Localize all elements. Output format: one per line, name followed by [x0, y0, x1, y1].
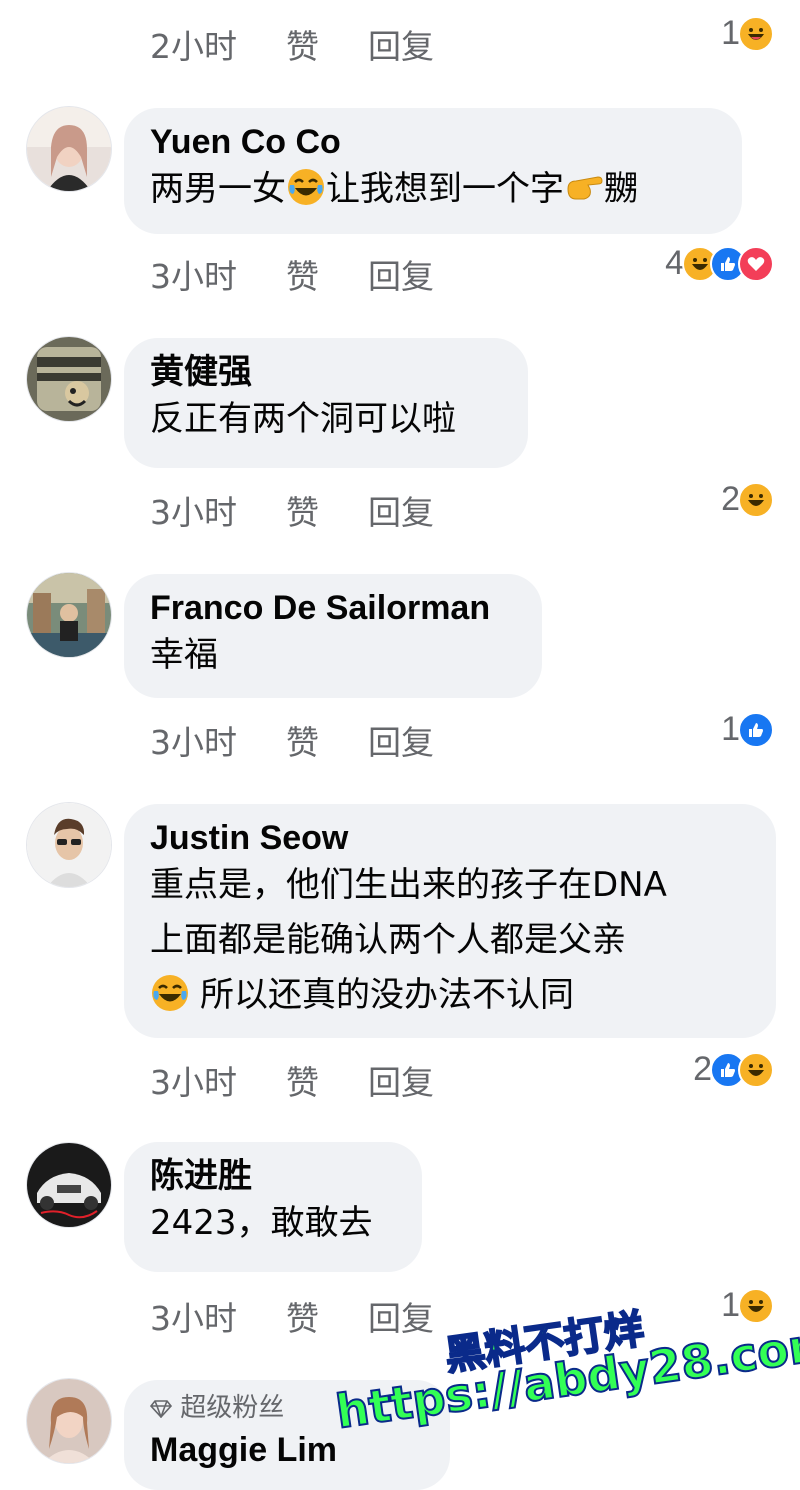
- comment-bubble: Franco De Sailorman 幸福: [124, 574, 542, 698]
- reaction-summary[interactable]: 2: [693, 1050, 774, 1089]
- comment-text-part: 嬲: [604, 169, 638, 209]
- top-fan-badge: 超级粉丝: [149, 1392, 422, 1424]
- haha-reaction-icon: [738, 15, 774, 52]
- avatar[interactable]: [26, 572, 112, 658]
- avatar[interactable]: [26, 802, 112, 888]
- like-button[interactable]: 赞: [286, 486, 368, 534]
- like-button[interactable]: 赞: [286, 1056, 368, 1104]
- reply-button[interactable]: 回复: [368, 20, 434, 68]
- comment-meta: 3小时 赞 回复: [150, 1292, 434, 1340]
- comment-meta-top: 2小时 赞 回复: [150, 20, 434, 68]
- comment-time: 2小时: [150, 27, 237, 66]
- comment-bubble: 超级粉丝 Maggie Lim: [124, 1380, 450, 1490]
- comment-text: 2423，敢敢去: [150, 1203, 373, 1243]
- love-reaction-icon: [738, 245, 774, 282]
- like-button[interactable]: 赞: [286, 20, 368, 68]
- comment-text-line: 重点是，他们生出来的孩子在DNA: [150, 865, 667, 905]
- reaction-summary[interactable]: 1: [721, 14, 774, 53]
- reply-button[interactable]: 回复: [368, 1056, 434, 1104]
- reaction-summary[interactable]: 1: [721, 1286, 774, 1325]
- crying-laughing-emoji-icon: [286, 167, 326, 207]
- comment-author[interactable]: 陈进胜: [150, 1156, 394, 1196]
- comment-text: 反正有两个洞可以啦: [150, 399, 456, 439]
- comment-author[interactable]: Maggie Lim: [150, 1430, 422, 1470]
- comment-text-part: 所以还真的没办法不认同: [200, 975, 574, 1015]
- badge-label: 超级粉丝: [180, 1393, 285, 1423]
- avatar[interactable]: [26, 336, 112, 422]
- comment-text-line: 所以还真的没办法不认同: [150, 968, 748, 1023]
- comment-author[interactable]: Franco De Sailorman: [150, 588, 514, 628]
- reaction-summary[interactable]: 1: [721, 710, 774, 749]
- haha-reaction-icon: [738, 1287, 774, 1324]
- watermark-line-1: 黑料不打烊: [441, 1305, 647, 1380]
- pointing-hand-emoji-icon: [564, 167, 604, 207]
- avatar[interactable]: [26, 106, 112, 192]
- comment-time: 3小时: [150, 257, 237, 296]
- reply-button[interactable]: 回复: [368, 1292, 434, 1340]
- avatar[interactable]: [26, 1378, 112, 1464]
- like-reaction-icon: [738, 711, 774, 748]
- comment-author[interactable]: 黄健强: [150, 352, 500, 392]
- crying-laughing-emoji-icon: [150, 973, 190, 1013]
- comment-meta: 3小时 赞 回复: [150, 1056, 434, 1104]
- avatar[interactable]: [26, 1142, 112, 1228]
- haha-reaction-icon: [738, 481, 774, 518]
- comment-text-part: 两男一女: [150, 169, 286, 209]
- reply-button[interactable]: 回复: [368, 716, 434, 764]
- comment-bubble: 黄健强 反正有两个洞可以啦: [124, 338, 528, 468]
- comment-time: 3小时: [150, 1299, 237, 1338]
- like-button[interactable]: 赞: [286, 250, 368, 298]
- like-button[interactable]: 赞: [286, 716, 368, 764]
- comment-author[interactable]: Yuen Co Co: [150, 122, 714, 162]
- comment-text: 幸福: [150, 635, 218, 675]
- comment-bubble: Justin Seow 重点是，他们生出来的孩子在DNA 上面都是能确认两个人都…: [124, 804, 776, 1038]
- reaction-summary[interactable]: 4: [665, 244, 774, 283]
- comment-bubble: Yuen Co Co 两男一女 让我想到一个字嬲: [124, 108, 742, 234]
- diamond-icon: [149, 1393, 173, 1423]
- comment-text-line: 上面都是能确认两个人都是父亲: [150, 920, 626, 960]
- reply-button[interactable]: 回复: [368, 250, 434, 298]
- comment-meta: 3小时 赞 回复: [150, 250, 434, 298]
- comment-meta: 3小时 赞 回复: [150, 716, 434, 764]
- comment-time: 3小时: [150, 1063, 237, 1102]
- haha-reaction-icon: [738, 1051, 774, 1088]
- comment-text: 两男一女 让我想到一个字嬲: [150, 162, 714, 217]
- comment-bubble: 陈进胜 2423，敢敢去: [124, 1142, 422, 1272]
- comment-time: 3小时: [150, 723, 237, 762]
- comment-time: 3小时: [150, 493, 237, 532]
- comment-author[interactable]: Justin Seow: [150, 818, 748, 858]
- comment-text-part: 让我想到一个字: [326, 169, 564, 209]
- like-button[interactable]: 赞: [286, 1292, 368, 1340]
- reaction-summary[interactable]: 2: [721, 480, 774, 519]
- reply-button[interactable]: 回复: [368, 486, 434, 534]
- comment-meta: 3小时 赞 回复: [150, 486, 434, 534]
